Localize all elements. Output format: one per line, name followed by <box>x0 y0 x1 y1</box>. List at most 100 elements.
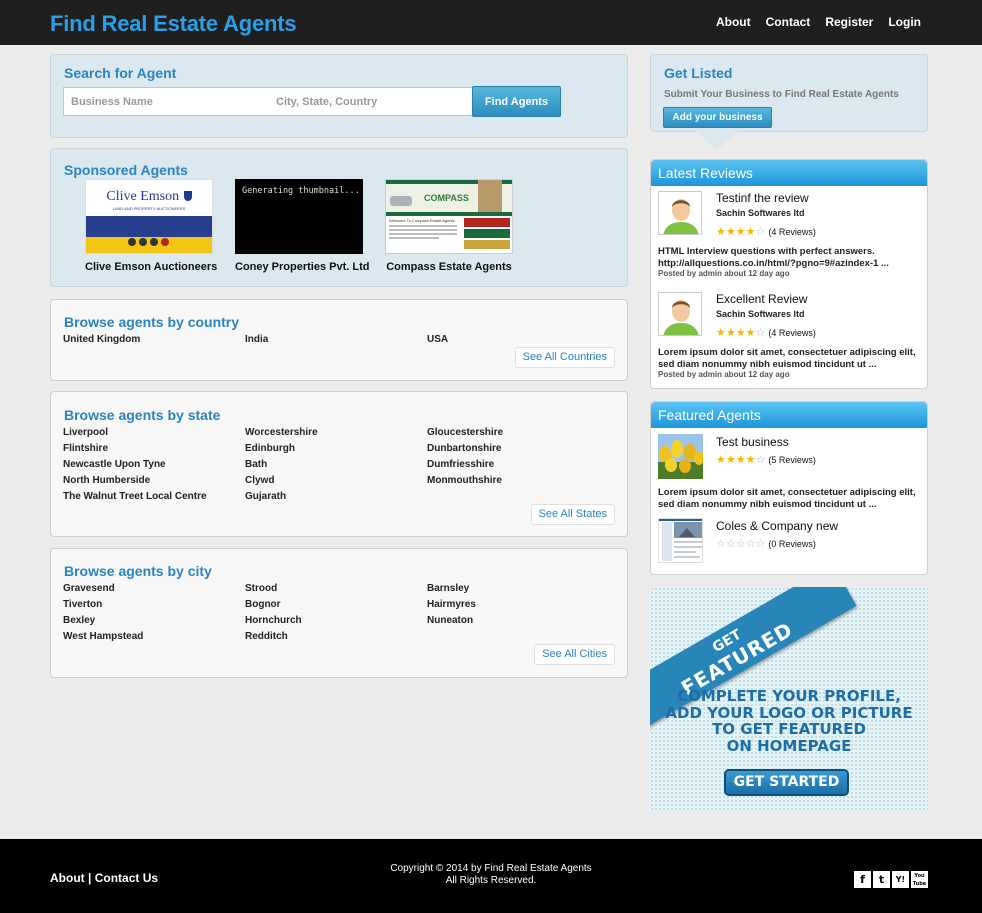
state-link[interactable]: Dumfriesshire <box>427 459 609 475</box>
brand-logo-link[interactable]: Find Real Estate Agents <box>50 11 297 37</box>
get-started-button[interactable]: GET STARTED <box>724 769 849 796</box>
find-agents-button[interactable]: Find Agents <box>472 86 561 117</box>
youtube-icon[interactable]: You Tube <box>911 871 928 888</box>
get-listed-panel: Get Listed Submit Your Business to Find … <box>650 54 928 132</box>
featured-agents-title: Featured Agents <box>651 402 927 428</box>
state-panel: Browse agents by state Liverpool Worcest… <box>50 391 628 537</box>
state-link[interactable]: Edinburgh <box>245 443 427 459</box>
user-avatar-icon <box>658 292 702 336</box>
sponsor-name[interactable]: Clive Emson Auctioneers <box>85 261 217 273</box>
state-link[interactable]: Clywd <box>245 475 427 491</box>
state-link[interactable]: Monmouthshire <box>427 475 609 491</box>
star-icon: ★ <box>716 454 726 466</box>
city-link[interactable]: Nuneaton <box>427 615 609 631</box>
country-panel: Browse agents by country United Kingdom … <box>50 299 628 381</box>
star-rating: ★★★★☆ (5 Reviews) <box>716 454 816 466</box>
featured-title-link[interactable]: Test business <box>716 435 789 449</box>
yahoo-icon[interactable]: Y! <box>892 871 909 888</box>
get-featured-banner[interactable]: GET FEATURED COMPLETE YOUR PROFILE, ADD … <box>650 587 928 811</box>
review-text: HTML Interview questions with perfect an… <box>658 246 889 269</box>
city-link[interactable]: Barnsley <box>427 583 609 599</box>
star-icon: ★ <box>716 327 726 339</box>
crest-icon <box>183 190 192 201</box>
review-title-link[interactable]: Testinf the review <box>716 191 809 205</box>
state-link[interactable]: Liverpool <box>63 427 245 443</box>
nav-login-link[interactable]: Login <box>888 15 921 29</box>
star-rating: ★★★★☆ (4 Reviews) <box>716 226 816 238</box>
state-link[interactable]: North Humberside <box>63 475 245 491</box>
sponsored-title: Sponsored Agents <box>64 162 188 178</box>
search-box <box>63 87 474 116</box>
star-icon: ☆ <box>755 226 766 238</box>
business-name-input[interactable] <box>64 88 269 115</box>
review-title-link[interactable]: Excellent Review <box>716 292 807 306</box>
sponsor-card-clive-emson[interactable]: Clive Emson LAND AND PROPERTY AUCTIONEER… <box>85 179 217 273</box>
country-link[interactable]: United Kingdom <box>63 334 245 350</box>
compass-thumbnail[interactable]: COMPASS Welcome To Compass Estate Agents <box>385 179 513 254</box>
city-link[interactable]: Hairmyres <box>427 599 609 615</box>
latest-reviews-title: Latest Reviews <box>651 160 927 186</box>
coney-thumbnail[interactable]: Generating thumbnail... <box>235 179 363 254</box>
city-link[interactable]: Hornchurch <box>245 615 427 631</box>
city-link[interactable]: Bexley <box>63 615 245 631</box>
see-all-cities-button[interactable]: See All Cities <box>534 644 615 665</box>
city-panel: Browse agents by city Gravesend Strood B… <box>50 548 628 678</box>
nav-register-link[interactable]: Register <box>825 15 873 29</box>
search-panel: Search for Agent Find Agents <box>50 54 628 138</box>
see-all-countries-button[interactable]: See All Countries <box>514 347 615 368</box>
callout-arrow <box>696 131 738 150</box>
location-input[interactable] <box>269 88 474 115</box>
star-icon: ☆ <box>755 538 766 550</box>
city-link[interactable]: West Hampstead <box>63 631 245 647</box>
latest-reviews-panel: Latest Reviews Testinf the review Sachin… <box>650 159 928 389</box>
state-link[interactable]: Dunbartonshire <box>427 443 609 459</box>
state-link[interactable]: Gujarath <box>245 491 427 507</box>
sponsor-name[interactable]: Coney Properties Pvt. Ltd <box>235 261 369 273</box>
star-icon: ★ <box>735 226 746 238</box>
featured-title-link[interactable]: Coles & Company new <box>716 519 838 533</box>
sponsor-card-coney[interactable]: Generating thumbnail... Coney Properties… <box>235 179 369 273</box>
star-icon: ☆ <box>755 327 766 339</box>
sponsored-panel: Sponsored Agents Clive Emson LAND AND PR… <box>50 148 628 287</box>
country-link[interactable]: India <box>245 334 427 350</box>
clive-emson-logo[interactable]: Clive Emson LAND AND PROPERTY AUCTIONEER… <box>85 179 213 254</box>
state-link[interactable]: Worcestershire <box>245 427 427 443</box>
nav-contact-link[interactable]: Contact <box>766 15 811 29</box>
star-rating: ☆☆☆☆☆ (0 Reviews) <box>716 538 816 550</box>
get-listed-text: Submit Your Business to Find Real Estate… <box>664 89 899 100</box>
facebook-icon[interactable]: f <box>854 871 871 888</box>
city-link[interactable]: Bognor <box>245 599 427 615</box>
add-business-button[interactable]: Add your business <box>663 107 772 128</box>
star-rating: ★★★★☆ (4 Reviews) <box>716 327 816 339</box>
star-icon: ★ <box>745 226 756 238</box>
state-link[interactable]: Gloucestershire <box>427 427 609 443</box>
nav-about-link[interactable]: About <box>716 15 751 29</box>
city-link[interactable]: Redditch <box>245 631 427 647</box>
star-icon: ☆ <box>735 538 746 550</box>
review-meta: Posted by admin about 12 day ago <box>658 269 790 278</box>
state-link[interactable]: The Walnut Treet Local Centre <box>63 491 245 507</box>
sponsor-card-compass[interactable]: COMPASS Welcome To Compass Estate Agents… <box>385 179 513 273</box>
tulips-thumbnail[interactable] <box>658 434 703 479</box>
city-link[interactable]: Tiverton <box>63 599 245 615</box>
see-all-states-button[interactable]: See All States <box>530 504 615 525</box>
review-item: Testinf the review Sachin Softwares ltd … <box>658 191 920 281</box>
star-icon: ★ <box>725 454 736 466</box>
country-title: Browse agents by country <box>64 314 240 330</box>
star-icon: ☆ <box>755 454 766 466</box>
top-navbar: Find Real Estate Agents About Contact Re… <box>0 0 982 45</box>
featured-text: Lorem ipsum dolor sit amet, consectetuer… <box>658 487 916 510</box>
twitter-icon[interactable]: t <box>873 871 890 888</box>
city-link[interactable]: Gravesend <box>63 583 245 599</box>
state-link[interactable]: Newcastle Upon Tyne <box>63 459 245 475</box>
sponsor-name[interactable]: Compass Estate Agents <box>385 261 513 273</box>
state-list: Liverpool Worcestershire Gloucestershire… <box>63 427 623 507</box>
state-link[interactable]: Bath <box>245 459 427 475</box>
city-link[interactable]: Strood <box>245 583 427 599</box>
state-link[interactable]: Flintshire <box>63 443 245 459</box>
star-icon: ★ <box>725 327 736 339</box>
search-title: Search for Agent <box>64 65 177 81</box>
footer: About | Contact Us Copyright © 2014 by F… <box>0 839 982 913</box>
social-links: f t Y! You Tube <box>854 871 928 888</box>
coles-thumbnail[interactable] <box>658 518 703 563</box>
